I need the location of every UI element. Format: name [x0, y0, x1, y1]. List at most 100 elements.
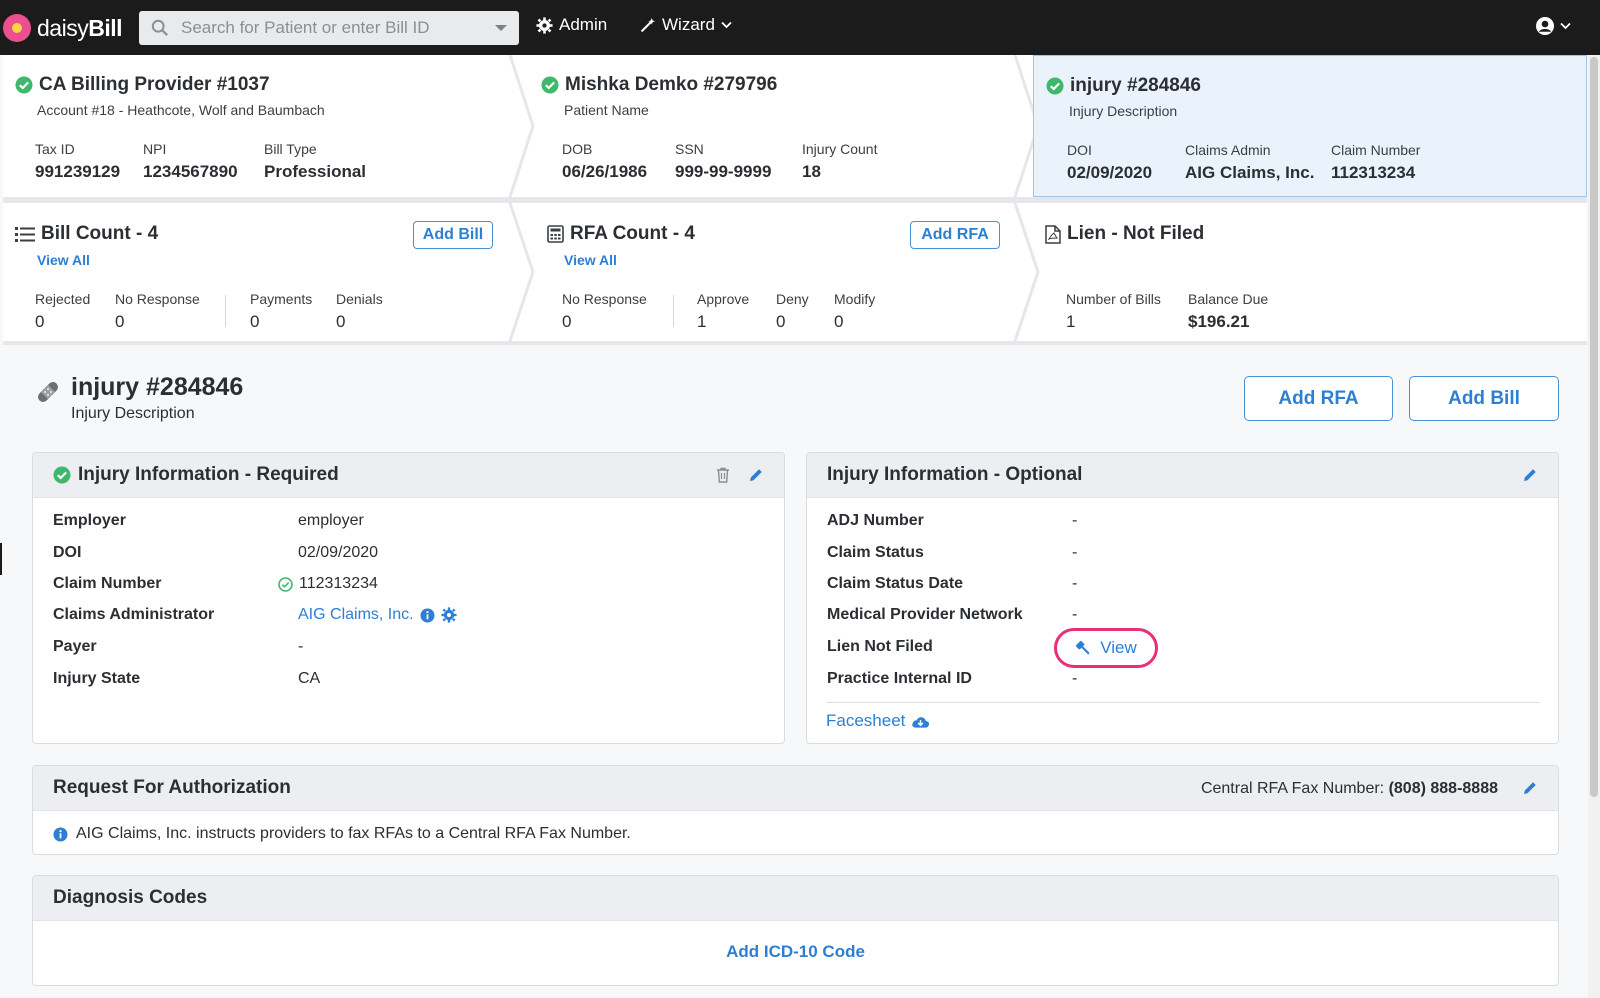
bills-view-all-link[interactable]: View All: [37, 252, 90, 268]
pdf-file-icon: [1045, 224, 1061, 244]
injury-required-panel: Injury Information - Required Employer e…: [32, 452, 785, 744]
provider-npi: NPI 1234567890: [143, 141, 238, 181]
pencil-icon[interactable]: [748, 467, 764, 483]
rfa-count-title: RFA Count - 4: [547, 223, 695, 245]
bills-denials: Denials 0: [336, 291, 383, 331]
panel-header: Injury Information - Optional: [807, 453, 1558, 498]
rfa-deny: Deny 0: [776, 291, 809, 331]
diagnosis-codes-panel: Diagnosis Codes Add ICD-10 Code: [32, 875, 1559, 986]
panel-actions: [1522, 467, 1538, 483]
injury-optional-panel: Injury Information - Optional ADJ Number…: [806, 452, 1559, 744]
scrollbar-thumb[interactable]: [1590, 57, 1598, 797]
lien-title: Lien - Not Filed: [1045, 223, 1204, 245]
nav-wizard-dropdown[interactable]: Wizard: [639, 15, 732, 35]
page-subtitle: Injury Description: [71, 405, 195, 422]
panel-title: Injury Information - Required: [53, 464, 339, 486]
injury-claims-admin: Claims Admin AIG Claims, Inc.: [1185, 142, 1315, 182]
check-circle-icon: [1046, 77, 1064, 95]
page-title: injury #284846: [71, 373, 244, 401]
check-circle-icon: [53, 466, 71, 484]
rfa-no-response: No Response 0: [562, 291, 647, 331]
page-scrollbar[interactable]: [1588, 55, 1600, 998]
check-circle-icon: [15, 76, 33, 94]
rfa-view-all-link[interactable]: View All: [564, 252, 617, 268]
patient-ssn: SSN 999-99-9999: [675, 141, 772, 181]
user-menu[interactable]: [1535, 16, 1571, 36]
logo-text: daisyBill: [37, 14, 122, 41]
summary-strip: CA Billing Provider #1037 Account #18 - …: [3, 55, 1587, 345]
panel-header: Diagnosis Codes: [33, 876, 1558, 921]
injury-card-selected[interactable]: injury #284846 Injury Description DOI 02/…: [1033, 55, 1587, 197]
injury-doi: DOI 02/09/2020: [1067, 142, 1153, 182]
provider-account: Account #18 - Heathcote, Wolf and Baumba…: [37, 102, 325, 118]
chevron-down-icon: [721, 21, 732, 29]
injury-subtitle: Injury Description: [1069, 103, 1178, 119]
user-circle-icon: [1536, 17, 1554, 35]
rfa-modify: Modify 0: [834, 291, 876, 331]
rfa-approve: Approve 1: [697, 291, 750, 331]
lien-view-link[interactable]: View: [1054, 628, 1158, 668]
summary-row-counts: Bill Count - 4 View All Add Bill Rejecte…: [3, 203, 1587, 345]
pencil-icon[interactable]: [1522, 780, 1538, 796]
daisybill-logo[interactable]: daisyBill: [3, 13, 122, 43]
lien-card: Lien - Not Filed Number of Bills 1 Balanc…: [1033, 203, 1587, 341]
bill-count-title: Bill Count - 4: [15, 223, 158, 245]
bill-count-card: Bill Count - 4 View All Add Bill Rejecte…: [3, 203, 513, 341]
injury-title: injury #284846: [1046, 75, 1201, 97]
patient-card[interactable]: Mishka Demko #279796 Patient Name DOB 06/…: [533, 55, 1013, 197]
bills-rejected: Rejected 0: [35, 291, 91, 331]
verified-check-icon: [278, 576, 293, 592]
info-icon[interactable]: [420, 608, 435, 623]
panel-header: Request For Authorization Central RFA Fa…: [33, 766, 1558, 811]
patient-dob: DOB 06/26/1986: [562, 141, 648, 181]
rfa-instruction-note: AIG Claims, Inc. instructs providers to …: [53, 825, 631, 843]
bills-no-response: No Response 0: [115, 291, 200, 331]
panel-title: Injury Information - Optional: [827, 464, 1083, 485]
stats-divider: [673, 295, 674, 327]
lien-view-label: View: [1100, 638, 1137, 657]
rfa-panel: Request For Authorization Central RFA Fa…: [32, 765, 1559, 855]
claim-number-value: 112313234: [299, 575, 378, 592]
injury-claim-number: Claim Number 112313234: [1331, 142, 1421, 182]
summary-row-entities: CA Billing Provider #1037 Account #18 - …: [3, 55, 1587, 203]
provider-card[interactable]: CA Billing Provider #1037 Account #18 - …: [3, 55, 513, 197]
panel-header: Injury Information - Required: [33, 453, 784, 498]
lien-number-of-bills: Number of Bills 1: [1066, 291, 1161, 331]
chevron-down-icon[interactable]: [495, 25, 507, 31]
search-icon: [151, 19, 168, 36]
provider-title: CA Billing Provider #1037: [15, 74, 270, 96]
provider-bill-type: Bill Type Professional: [264, 141, 367, 181]
stats-divider: [225, 295, 226, 327]
patient-title: Mishka Demko #279796: [541, 74, 777, 96]
bills-payments: Payments 0: [250, 291, 313, 331]
lien-balance-due: Balance Due $196.21: [1188, 291, 1269, 331]
provider-tax-id: Tax ID 991239129: [35, 141, 121, 181]
panel-title: Diagnosis Codes: [53, 887, 208, 908]
patient-subtitle: Patient Name: [564, 102, 649, 118]
claims-administrator-link[interactable]: AIG Claims, Inc.: [298, 606, 414, 624]
nav-admin[interactable]: Admin: [536, 15, 607, 35]
add-bill-button-small[interactable]: Add Bill: [413, 221, 493, 249]
daisy-flower-icon: [3, 14, 31, 42]
gear-icon: [536, 16, 553, 34]
bandage-icon: [38, 382, 58, 402]
patient-injury-count: Injury Count 18: [802, 141, 878, 181]
magic-wand-icon: [640, 17, 656, 32]
central-rfa-fax: Central RFA Fax Number: (808) 888-8888: [1200, 780, 1498, 797]
central-rfa-fax-number: (808) 888-8888: [1388, 780, 1498, 797]
check-circle-icon: [541, 76, 559, 94]
search-input[interactable]: Search for Patient or enter Bill ID: [139, 11, 519, 45]
search-placeholder: Search for Patient or enter Bill ID: [181, 18, 430, 37]
pencil-icon[interactable]: [1522, 467, 1538, 483]
gear-icon[interactable]: [440, 607, 457, 623]
trash-icon[interactable]: [716, 467, 730, 483]
add-rfa-button-small[interactable]: Add RFA: [910, 221, 1000, 249]
rfa-count-card: RFA Count - 4 View All Add RFA No Respon…: [533, 203, 1013, 341]
facesheet-link[interactable]: Facesheet: [826, 711, 930, 731]
add-icd10-code-link[interactable]: Add ICD-10 Code: [33, 942, 1558, 962]
panel-actions: [1522, 780, 1538, 796]
list-icon: [15, 226, 35, 242]
window-edge: [0, 543, 2, 575]
add-bill-button[interactable]: Add Bill: [1409, 376, 1559, 421]
add-rfa-button[interactable]: Add RFA: [1244, 376, 1393, 421]
